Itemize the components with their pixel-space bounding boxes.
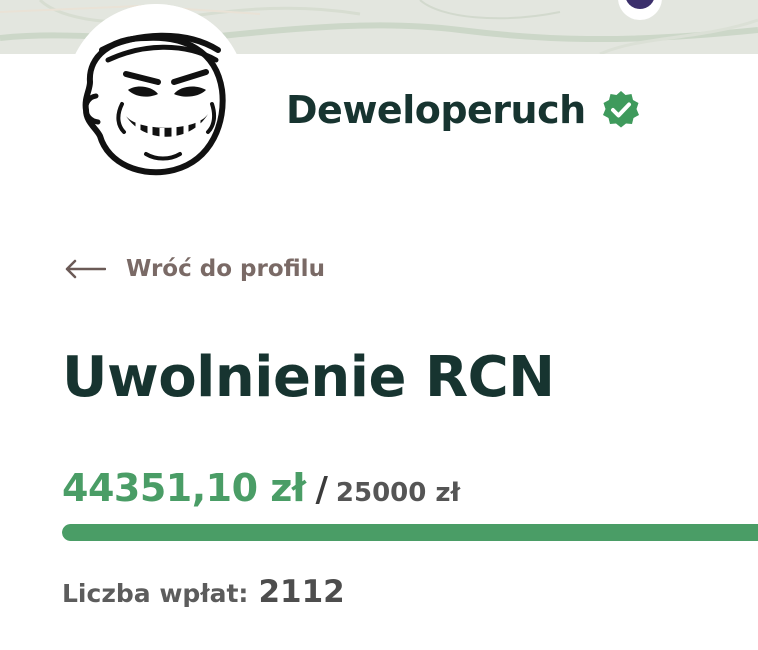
avatar[interactable] [66, 4, 246, 184]
back-link-label: Wróć do profilu [126, 256, 325, 282]
donations-count-row: Liczba wpłat: 2112 [62, 574, 345, 618]
trollface-avatar-icon [66, 4, 246, 184]
amount-goal: 25000 zł [335, 478, 461, 508]
arrow-left-icon [65, 259, 106, 279]
progress-fill [62, 524, 758, 541]
fundraiser-amounts: 44351,10 zł / 25000 zł [62, 466, 460, 514]
verified-badge-icon [602, 91, 639, 128]
amount-separator: / [315, 470, 328, 510]
fundraiser-title: Uwolnienie RCN [62, 345, 555, 410]
back-to-profile-link[interactable]: Wróć do profilu [64, 250, 325, 288]
profile-header: Deweloperuch [286, 84, 642, 136]
progress-bar [62, 524, 758, 541]
donations-count: 2112 [258, 574, 345, 610]
fundraiser-page: Deweloperuch Wróć do profilu Uwolnienie … [0, 0, 758, 650]
donations-label: Liczba wpłat: [62, 579, 249, 608]
amount-raised: 44351,10 zł [62, 466, 306, 510]
profile-name[interactable]: Deweloperuch [286, 88, 586, 132]
